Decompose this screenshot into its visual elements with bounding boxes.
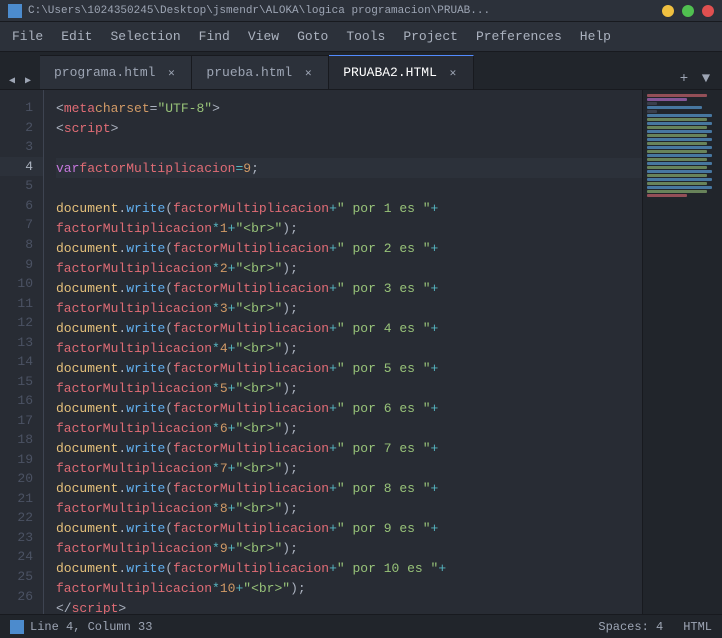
line-number-23: 23: [0, 528, 43, 548]
code-line-10: document.write(factorMultiplicacion+" po…: [56, 278, 642, 298]
code-line-2: <script>: [56, 118, 642, 138]
code-line-23: factorMultiplicacion * 9 + "<br>");: [56, 538, 642, 558]
code-line-7: factorMultiplicacion * 1 + "<br>");: [56, 218, 642, 238]
status-right: Spaces: 4 HTML: [598, 620, 712, 634]
tab-prueba[interactable]: prueba.html ✕: [192, 55, 329, 89]
code-line-17: factorMultiplicacion * 6 + "<br>");: [56, 418, 642, 438]
code-line-1: <meta charset="UTF-8">: [56, 98, 642, 118]
line-number-11: 11: [0, 293, 43, 313]
code-line-4: var factorMultiplicacion = 9 ;: [56, 158, 642, 178]
code-line-21: factorMultiplicacion * 8 + "<br>");: [56, 498, 642, 518]
menu-edit[interactable]: Edit: [53, 25, 100, 48]
editor-area: 1234567891011121314151617181920212223242…: [0, 90, 722, 614]
code-line-9: factorMultiplicacion * 2 + "<br>");: [56, 258, 642, 278]
minimap[interactable]: [642, 90, 722, 614]
code-line-19: factorMultiplicacion * 7 + "<br>");: [56, 458, 642, 478]
menu-bar: File Edit Selection Find View Goto Tools…: [0, 22, 722, 52]
code-line-11: factorMultiplicacion * 3 + "<br>");: [56, 298, 642, 318]
line-number-12: 12: [0, 313, 43, 333]
line-number-17: 17: [0, 411, 43, 431]
code-line-22: document.write(factorMultiplicacion+" po…: [56, 518, 642, 538]
code-editor[interactable]: <meta charset="UTF-8"> <script> var fact…: [44, 90, 642, 614]
menu-preferences[interactable]: Preferences: [468, 25, 570, 48]
menu-project[interactable]: Project: [395, 25, 466, 48]
tab-overflow-button[interactable]: ▼: [696, 69, 716, 89]
tab-pruaba2[interactable]: PRUABA2.HTML ✕: [329, 55, 474, 89]
tab-label-pruaba2: PRUABA2.HTML: [343, 65, 437, 80]
line-number-18: 18: [0, 430, 43, 450]
code-line-12: document.write(factorMultiplicacion+" po…: [56, 318, 642, 338]
close-button[interactable]: [702, 5, 714, 17]
line-number-3: 3: [0, 137, 43, 157]
status-language: HTML: [683, 620, 712, 634]
minimap-content: [643, 90, 722, 202]
status-icon: [10, 620, 24, 634]
menu-find[interactable]: Find: [191, 25, 238, 48]
code-line-6: document.write(factorMultiplicacion+ " p…: [56, 198, 642, 218]
tab-actions: + ▼: [668, 69, 722, 89]
code-line-20: document.write(factorMultiplicacion+" po…: [56, 478, 642, 498]
maximize-button[interactable]: [682, 5, 694, 17]
code-line-14: document.write(factorMultiplicacion+" po…: [56, 358, 642, 378]
tab-nav: ◀ ▶: [0, 73, 40, 89]
code-line-8: document.write(factorMultiplicacion+" po…: [56, 238, 642, 258]
line-number-8: 8: [0, 235, 43, 255]
code-line-13: factorMultiplicacion * 4 + "<br>");: [56, 338, 642, 358]
code-line-3: [56, 138, 642, 158]
line-number-7: 7: [0, 215, 43, 235]
title-bar: C:\Users\1024350245\Desktop\jsmendr\ALOK…: [0, 0, 722, 22]
line-number-1: 1: [0, 98, 43, 118]
code-line-25: factorMultiplicacion * 10 + "<br>");: [56, 578, 642, 598]
line-number-19: 19: [0, 450, 43, 470]
menu-view[interactable]: View: [240, 25, 287, 48]
line-numbers: 1234567891011121314151617181920212223242…: [0, 90, 44, 614]
tab-prev-button[interactable]: ◀: [4, 73, 20, 89]
line-number-13: 13: [0, 332, 43, 352]
tab-next-button[interactable]: ▶: [20, 73, 36, 89]
status-position: Line 4, Column 33: [30, 620, 152, 634]
tab-close-programa[interactable]: ✕: [163, 65, 179, 81]
minimize-button[interactable]: [662, 5, 674, 17]
new-tab-button[interactable]: +: [674, 69, 694, 89]
tab-label-prueba: prueba.html: [206, 65, 292, 80]
line-number-20: 20: [0, 469, 43, 489]
code-line-16: document.write(factorMultiplicacion+" po…: [56, 398, 642, 418]
menu-selection[interactable]: Selection: [102, 25, 188, 48]
line-number-14: 14: [0, 352, 43, 372]
line-number-5: 5: [0, 176, 43, 196]
line-number-6: 6: [0, 196, 43, 216]
status-left: Line 4, Column 33: [10, 620, 152, 634]
line-number-22: 22: [0, 508, 43, 528]
window-controls: [662, 5, 714, 17]
code-line-26: </script>: [56, 598, 642, 614]
menu-goto[interactable]: Goto: [289, 25, 336, 48]
title-path: C:\Users\1024350245\Desktop\jsmendr\ALOK…: [28, 5, 490, 17]
code-line-24: document.write(factorMultiplicacion+" po…: [56, 558, 642, 578]
line-number-4: 4: [0, 157, 43, 177]
tab-bar: ◀ ▶ programa.html ✕ prueba.html ✕ PRUABA…: [0, 52, 722, 90]
line-number-2: 2: [0, 118, 43, 138]
tab-programa[interactable]: programa.html ✕: [40, 55, 192, 89]
code-line-15: factorMultiplicacion * 5 + "<br>");: [56, 378, 642, 398]
menu-help[interactable]: Help: [572, 25, 619, 48]
menu-file[interactable]: File: [4, 25, 51, 48]
tab-label-programa: programa.html: [54, 65, 155, 80]
line-number-9: 9: [0, 254, 43, 274]
status-spaces: Spaces: 4: [598, 620, 663, 634]
status-bar: Line 4, Column 33 Spaces: 4 HTML: [0, 614, 722, 638]
code-line-5: [56, 178, 642, 198]
menu-tools[interactable]: Tools: [338, 25, 393, 48]
line-number-21: 21: [0, 489, 43, 509]
line-number-16: 16: [0, 391, 43, 411]
tab-close-pruaba2[interactable]: ✕: [445, 65, 461, 81]
line-number-10: 10: [0, 274, 43, 294]
code-line-18: document.write(factorMultiplicacion+" po…: [56, 438, 642, 458]
line-number-24: 24: [0, 547, 43, 567]
tab-close-prueba[interactable]: ✕: [300, 65, 316, 81]
line-number-15: 15: [0, 371, 43, 391]
line-number-25: 25: [0, 567, 43, 587]
app-icon: [8, 4, 22, 18]
line-number-26: 26: [0, 586, 43, 606]
